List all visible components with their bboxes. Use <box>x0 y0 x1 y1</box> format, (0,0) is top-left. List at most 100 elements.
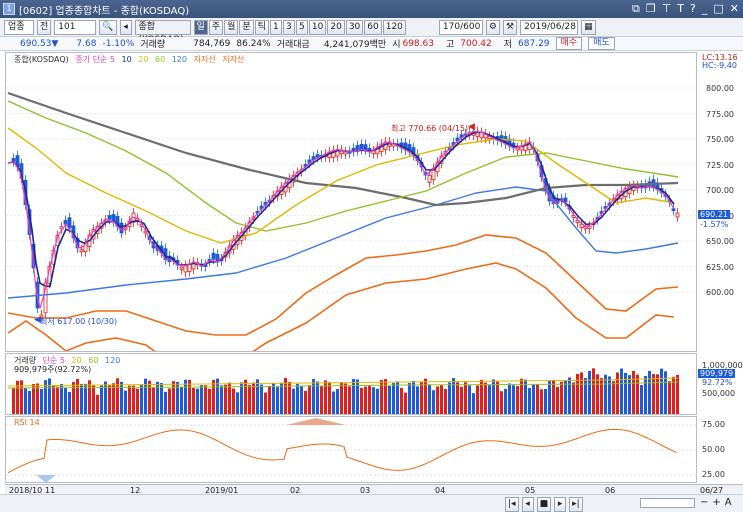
interval-button[interactable]: 60 <box>364 19 382 35</box>
code-name-field: 종합(KOSDAQ) <box>134 19 191 45</box>
restore-icon[interactable]: ❐ <box>646 2 656 16</box>
volume-bar <box>524 379 527 414</box>
price-value: 690.53▼ <box>20 38 59 49</box>
pin-icon[interactable]: ⊤ <box>662 2 672 16</box>
interval-button[interactable]: 분 <box>239 19 254 35</box>
volume-bar <box>568 377 571 414</box>
volume-bar <box>452 378 455 414</box>
rsi-tick-75: 75.00 <box>702 420 725 429</box>
help-icon[interactable]: ? <box>690 2 696 16</box>
font-icon[interactable]: T <box>677 2 684 16</box>
legend-index: 종합(KOSDAQ) <box>14 55 69 64</box>
volume-bar <box>364 386 367 414</box>
first-icon[interactable]: |◂ <box>505 497 519 512</box>
volume-bar <box>544 388 547 414</box>
volume-bar <box>24 388 27 414</box>
interval-button[interactable]: 5 <box>295 19 308 35</box>
prev-code-button[interactable]: ◂ <box>119 19 132 35</box>
volume-bar <box>352 379 355 414</box>
zoom-in-icon[interactable]: + <box>712 497 720 508</box>
window-buttons: ⧉ ❐ ⊤ T ? _ □ ✕ <box>632 2 739 16</box>
tools-icon[interactable]: ⚒ <box>502 19 518 35</box>
volume-bar <box>320 386 323 414</box>
interval-button[interactable]: 틱 <box>254 19 269 35</box>
volume-bar <box>40 389 43 414</box>
volume-bar <box>220 385 223 414</box>
interval-button[interactable]: 120 <box>382 19 406 35</box>
candle <box>363 144 368 151</box>
zoom-out-icon[interactable]: − <box>700 497 708 508</box>
volume-bar <box>468 385 471 414</box>
candle <box>211 252 216 260</box>
volume-bar <box>112 383 115 414</box>
volume-bar <box>268 386 271 414</box>
volume-bar <box>160 383 163 414</box>
maximize-icon[interactable]: □ <box>713 2 723 16</box>
low-label: 저 <box>503 40 513 50</box>
candle <box>79 249 84 253</box>
link-icon[interactable]: ⧉ <box>632 2 640 16</box>
interval-button[interactable]: 월 <box>224 19 239 35</box>
volume-bar <box>540 389 543 414</box>
interval-buttons: 일 주 월 분 틱 1 3 5 10 20 30 60 120 <box>193 19 406 35</box>
volume-bar <box>276 387 279 414</box>
volume-bar <box>108 385 111 414</box>
market-select[interactable]: 업종 <box>4 19 34 35</box>
volume-bar <box>592 368 595 414</box>
date-input[interactable]: 2019/06/28 <box>520 19 579 35</box>
volume-bar <box>124 390 127 414</box>
volume-label: 거래량 <box>140 40 166 50</box>
stop-icon[interactable]: ■ <box>536 497 552 512</box>
volume-bar <box>248 385 251 414</box>
interval-button[interactable]: 3 <box>282 19 295 35</box>
period-type-button[interactable]: 전 <box>37 19 52 35</box>
volume-bar <box>436 386 439 414</box>
volume-bar <box>504 388 507 414</box>
volume-bar <box>252 382 255 414</box>
interval-button[interactable]: 30 <box>345 19 364 35</box>
calendar-icon[interactable]: ▦ <box>581 19 596 35</box>
settings-icon[interactable]: ⚙ <box>485 19 500 35</box>
candle <box>179 266 184 270</box>
volume-bar <box>180 387 183 414</box>
candle <box>63 220 68 225</box>
interval-button[interactable]: 1 <box>269 19 282 35</box>
next-icon[interactable]: ▸ <box>554 497 567 512</box>
volume-panel[interactable]: 거래량 단순 5 20 60 120 909,979주(92.72%) <box>5 353 697 415</box>
interval-button[interactable]: 20 <box>327 19 345 35</box>
rsi-panel[interactable]: RSI 14 <box>5 416 697 483</box>
volume-bar <box>168 388 171 414</box>
price-tick: 725.00 <box>706 160 734 170</box>
prev-icon[interactable]: ◂ <box>521 497 534 512</box>
search-icon[interactable]: 🔍 <box>99 19 117 35</box>
sell-button[interactable]: 매도 <box>588 37 615 50</box>
count-input[interactable]: 170/600 <box>438 19 483 35</box>
volume-pct: 86.24% <box>236 38 271 49</box>
minimize-icon[interactable]: _ <box>702 2 708 16</box>
interval-button[interactable]: 주 <box>208 19 224 35</box>
volume-bar <box>448 382 451 414</box>
last-icon[interactable]: ▸| <box>569 497 583 512</box>
zoom-slider[interactable] <box>640 498 695 508</box>
buy-button[interactable]: 매수 <box>555 37 583 50</box>
text-icon[interactable]: A <box>725 497 732 508</box>
open-label: 시 <box>392 40 401 50</box>
price-chart[interactable]: ◀◀ <box>6 53 697 352</box>
candle <box>515 147 520 151</box>
price-chart-panel[interactable]: ◀ ◀ 종합(KOSDAQ) 종가 단순 5 10 20 60 120 지지선 저… <box>5 52 697 352</box>
volume-bar <box>428 384 431 414</box>
volume-bar <box>464 382 467 414</box>
volume-bar <box>312 379 315 414</box>
volume-bar <box>68 392 71 414</box>
volume-bar <box>392 383 395 414</box>
volume-bar <box>432 390 435 414</box>
volume-bar <box>532 384 535 414</box>
volume-value: 909,979주(92.72%) <box>14 365 92 374</box>
volume-bar <box>396 381 399 414</box>
volume-bar <box>272 382 275 414</box>
rsi-chart[interactable] <box>6 417 697 483</box>
interval-button[interactable]: 일 <box>193 19 208 35</box>
close-icon[interactable]: ✕ <box>730 2 739 16</box>
code-input[interactable]: 101 <box>54 19 97 35</box>
interval-button[interactable]: 10 <box>308 19 327 35</box>
